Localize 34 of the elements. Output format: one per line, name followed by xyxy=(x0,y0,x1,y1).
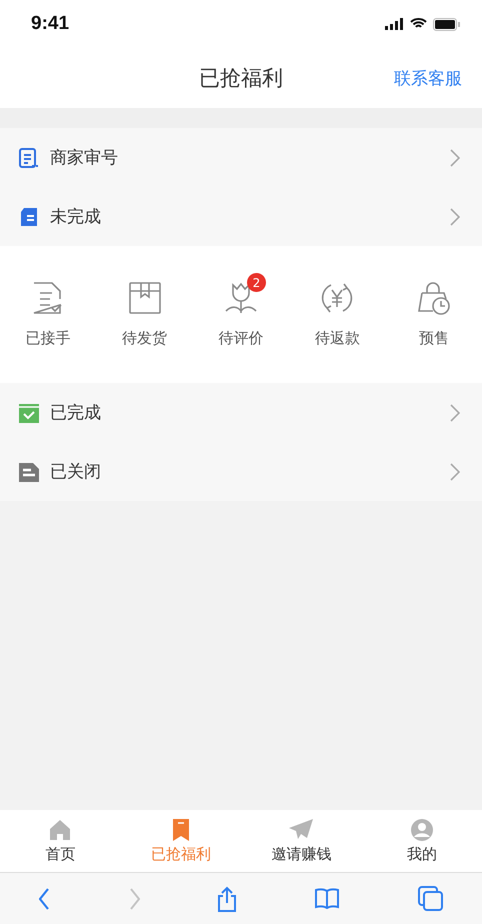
order-state-label[interactable]: 已接手 xyxy=(26,329,71,348)
tabs-icon[interactable] xyxy=(418,886,443,911)
box-icon xyxy=(128,281,162,315)
chevron-icon[interactable] xyxy=(450,462,460,480)
document-icon xyxy=(18,146,40,168)
signal-icon xyxy=(385,18,404,30)
order-state-label[interactable]: 待发货 xyxy=(122,329,168,348)
chevron-icon[interactable] xyxy=(450,148,460,166)
file-icon xyxy=(18,206,40,228)
contact-service-link[interactable]: 联系客服 xyxy=(394,66,462,90)
tab-bar-item[interactable]: 邀请赚钱 xyxy=(241,810,362,872)
bookmark-icon xyxy=(172,818,189,840)
order-state-label[interactable]: 预售 xyxy=(418,329,449,348)
count-badge: 2 xyxy=(246,273,266,292)
page-title: 已抢福利 xyxy=(199,65,283,92)
status-time: 9:41 xyxy=(31,13,70,35)
order-state-label[interactable]: 待评价 xyxy=(218,329,264,348)
share-icon[interactable] xyxy=(218,886,236,912)
avatar-icon xyxy=(410,818,433,840)
back-icon[interactable] xyxy=(39,888,50,910)
bookmarks-icon[interactable] xyxy=(315,888,340,909)
home-icon xyxy=(49,818,72,840)
paper-plane-icon xyxy=(289,818,314,840)
chevron-icon[interactable] xyxy=(450,208,460,226)
yen-cycle-icon xyxy=(320,281,354,315)
check-calendar-icon xyxy=(18,402,40,424)
tab-bar-item[interactable]: 首页 xyxy=(0,810,120,872)
file-icon xyxy=(18,460,40,482)
battery-icon xyxy=(433,18,460,30)
bag-clock-icon xyxy=(416,281,451,315)
order-state-label[interactable]: 待返款 xyxy=(314,329,360,348)
tab-bar-item[interactable]: 我的 xyxy=(362,810,482,872)
wifi-icon xyxy=(410,18,427,30)
chevron-icon[interactable] xyxy=(450,404,460,422)
